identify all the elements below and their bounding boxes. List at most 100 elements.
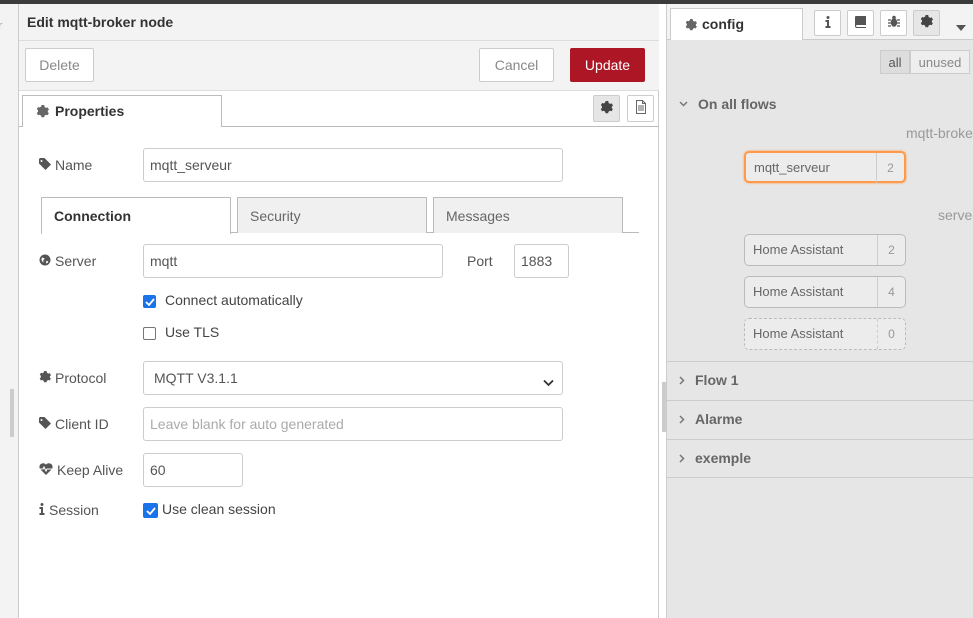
sidebar-splitter[interactable] [662,382,666,432]
on-all-flows-body: mqtt-broker mqtt_serveur 2 server Home A… [667,122,973,360]
config-node-count: 2 [877,235,905,265]
chevron-down-icon [543,374,554,390]
info-tab-button[interactable] [814,10,841,36]
gear-icon [685,18,697,34]
protocol-label: Protocol [39,368,106,388]
tab-properties[interactable]: Properties [22,95,222,127]
workspace-partial-text: r [0,18,2,33]
workspace-edge: r [0,4,20,618]
keep-alive-label: Keep Alive [39,460,123,480]
filter-all-button[interactable]: all [880,50,910,74]
section-on-all-flows-label: On all flows [698,96,777,112]
section-alarme[interactable]: Alarme [667,401,973,437]
type-label-server: server [938,207,973,223]
heartbeat-icon [39,462,53,478]
chevron-right-icon [679,453,685,463]
config-node-home-assistant[interactable]: Home Assistant 0 [744,318,906,350]
tag-icon [39,157,51,173]
section-exemple-label: exemple [695,450,752,466]
cancel-button[interactable]: Cancel [479,48,554,82]
section-on-all-flows[interactable]: On all flows [667,86,973,122]
tab-config[interactable]: config [670,8,803,40]
name-input[interactable]: mqtt_serveur [143,148,563,182]
chevron-down-icon [679,101,688,107]
type-label-mqtt-broker: mqtt-broker [906,125,973,141]
session-label-text: Session [49,502,99,518]
session-label: Session [39,500,99,520]
config-node-home-assistant[interactable]: Home Assistant 4 [744,276,906,308]
client-id-label-text: Client ID [55,416,109,432]
config-tab-button[interactable] [913,10,940,36]
node-settings-button[interactable] [593,95,620,122]
client-id-label: Client ID [39,414,109,434]
protocol-value: MQTT V3.1.1 [154,370,238,386]
use-tls-checkbox[interactable] [143,327,156,340]
section-flow-1-label: Flow 1 [695,372,739,388]
gear-icon [600,100,613,117]
server-label-text: Server [55,253,97,269]
chevron-right-icon [679,414,685,424]
tab-properties-label: Properties [55,103,125,119]
client-id-input[interactable]: Leave blank for auto generated [143,407,563,441]
chevron-right-icon [679,375,685,385]
tray-header: Edit mqtt-broker node [19,4,659,41]
config-node-label: mqtt_serveur [754,160,830,175]
node-description-button[interactable] [627,95,654,122]
name-label: Name [39,155,92,175]
chevron-down-icon[interactable] [956,18,966,34]
config-node-count: 4 [877,277,905,307]
config-node-mqtt-serveur[interactable]: mqtt_serveur 2 [744,151,906,183]
config-node-label: Home Assistant [753,242,844,257]
divider [667,477,973,478]
globe-icon [39,253,51,269]
sidebar: config all unused On all flows mqtt-brok… [662,4,973,618]
section-flow-1[interactable]: Flow 1 [667,362,973,398]
connection-tabs: Connection Security Messages [41,197,639,234]
config-node-count: 2 [876,153,904,183]
section-alarme-label: Alarme [695,411,743,427]
info-icon [825,15,831,31]
tab-security[interactable]: Security [237,197,427,233]
tray-title: Edit mqtt-broker node [27,14,174,30]
debug-tab-button[interactable] [880,10,907,36]
filter-bar: all unused [667,40,973,84]
port-label: Port [467,253,493,269]
tray-toolbar: Delete Cancel Update [19,41,659,91]
bug-icon [887,15,900,31]
properties-tabbar: Properties [19,91,659,127]
protocol-label-text: Protocol [55,370,107,386]
config-node-home-assistant[interactable]: Home Assistant 2 [744,234,906,266]
update-button[interactable]: Update [570,48,645,82]
document-icon [635,100,647,117]
protocol-select[interactable]: MQTT V3.1.1 [143,361,563,395]
gear-icon [39,370,51,386]
connect-auto-checkbox[interactable] [143,295,156,308]
tag-icon [39,416,51,432]
clean-session-label: Use clean session [162,501,276,517]
workspace-splitter[interactable] [10,389,14,437]
use-tls-label: Use TLS [165,324,220,340]
tab-connection[interactable]: Connection [41,197,231,234]
section-exemple[interactable]: exemple [667,440,973,476]
server-label: Server [39,251,96,271]
server-input[interactable]: mqtt [143,244,443,278]
tab-config-label: config [702,16,744,32]
config-node-label: Home Assistant [753,284,844,299]
gear-icon [920,15,933,31]
gear-icon [36,105,49,121]
keep-alive-label-text: Keep Alive [57,462,124,478]
config-node-label: Home Assistant [753,326,844,341]
delete-button[interactable]: Delete [25,48,94,82]
connect-auto-label: Connect automatically [165,292,303,308]
tab-messages[interactable]: Messages [433,197,623,233]
sidebar-tabbar: config [667,4,973,40]
help-tab-button[interactable] [847,10,874,36]
keep-alive-input[interactable]: 60 [143,453,243,487]
clean-session-checkbox[interactable] [143,503,158,518]
filter-unused-button[interactable]: unused [910,50,970,74]
info-icon [39,502,45,518]
port-input[interactable]: 1883 [514,244,569,278]
edit-tray: Edit mqtt-broker node Delete Cancel Upda… [18,4,659,618]
config-node-count: 0 [877,319,905,349]
name-label-text: Name [55,157,93,173]
